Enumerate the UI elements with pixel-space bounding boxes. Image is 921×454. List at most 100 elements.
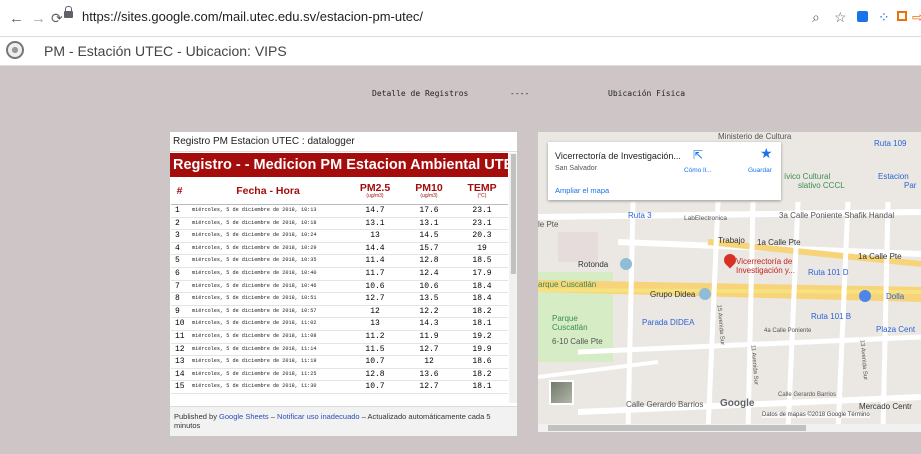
column-header-label: Fecha - Hora [236,185,300,197]
apps-icon[interactable]: ⁘ [878,9,890,26]
utec-logo-icon[interactable] [6,41,24,59]
directions-icon[interactable]: ⇱ [693,148,703,162]
table-cell: 12.8 [402,254,456,268]
table-cell: 8 [171,292,188,306]
table-cell: 12.7 [402,343,456,357]
map-label: Calle Gerardo Barrios [778,392,837,398]
table-cell: 10.6 [348,280,402,294]
table-row: 10 miércoles, 5 de diciembre de 2018, 11:… [171,317,508,331]
map-copyright: Datos de mapas ©2018 Google Término [762,412,870,418]
table-row: 15 miércoles, 5 de diciembre de 2018, 11:… [171,380,508,394]
map-label: Ruta 3 [628,211,652,220]
zoom-icon[interactable]: ⌕ [812,9,820,26]
table-cell: 12.4 [402,267,456,281]
table-cell: 11.4 [348,254,402,268]
map-label: Parada DIDEA [642,318,695,327]
table-cell: 11.9 [402,330,456,344]
table-row: 4 miércoles, 5 de diciembre de 2018, 10:2… [171,242,508,256]
map-label: Par [904,181,917,190]
map-label: le Pte [538,220,559,229]
table-cell: 13.6 [402,368,456,382]
table-cell: 12.7 [348,292,402,306]
map-label: Plaza Cent [876,325,916,334]
table-cell: 17.6 [402,204,456,218]
reload-icon[interactable]: ⟳ [51,10,63,27]
table-cell: 23.1 [456,204,508,218]
map-embed[interactable]: Vicerrectoría de Investigación... San Sa… [538,132,921,432]
table-cell: 10 [171,317,188,331]
extension2-icon[interactable] [897,11,907,21]
table-cell: 11.7 [348,267,402,281]
map-label: Mercado Centr [859,402,912,411]
report-abuse-link[interactable]: Notificar uso inadecuado [277,412,360,421]
map-label: Estacion [878,172,909,181]
table-cell: 18.1 [456,380,508,394]
table-cell: 12.7 [402,380,456,394]
site-title[interactable]: PM - Estación UTEC - Ubicacion: VIPS [44,43,287,59]
save-star-icon[interactable]: ★ [760,145,773,162]
table-cell: 10.6 [402,280,456,294]
place-title: Vicerrectoría de Investigación... [555,151,681,161]
table-row: 6 miércoles, 5 de diciembre de 2018, 10:4… [171,267,508,281]
table-cell: 14.5 [402,229,456,243]
table-cell: miércoles, 5 de diciembre de 2018, 11:19 [188,355,348,369]
map-label: slativo CCCL [798,181,845,190]
street-view-icon[interactable] [549,380,574,405]
google-logo: Google [720,398,755,409]
place-subtitle: San Salvador [555,165,598,172]
map-label: Parque [552,314,578,323]
table-cell: 12 [402,355,456,369]
table-cell: 9 [171,305,188,319]
table-cell: 18.4 [456,280,508,294]
details-separator: ---- [510,89,530,98]
map-label: 1a Calle Pte [757,238,801,247]
extension3-icon[interactable]: ⇨ [912,9,921,26]
back-icon[interactable]: ← [9,10,24,27]
google-sheets-link[interactable]: Google Sheets [219,412,269,421]
extension-icon[interactable] [857,11,868,22]
table-row: 9 miércoles, 5 de diciembre de 2018, 10:5… [171,305,508,319]
table-cell: 15.7 [402,242,456,256]
enlarge-map-link[interactable]: Ampliar el mapa [555,186,609,195]
map-label: Cuscatlán [552,323,588,332]
table-row: 2 miércoles, 5 de diciembre de 2018, 10:1… [171,217,508,231]
details-label: Detalle de Registros [372,89,469,98]
map-scrollbar[interactable] [538,424,921,432]
browser-toolbar: ← → ⟳ https://sites.google.com/mail.utec… [0,0,921,37]
table-cell: 23.1 [456,217,508,231]
sheet-scroll-thumb[interactable] [511,154,516,274]
table-cell: 18.6 [456,355,508,369]
forward-icon[interactable]: → [31,10,46,27]
table-row: 13 miércoles, 5 de diciembre de 2018, 11:… [171,355,508,369]
table-cell: 20.3 [456,229,508,243]
location-label: Ubicación Física [608,89,686,98]
table-cell: 13.5 [402,292,456,306]
map-scroll-thumb[interactable] [548,425,806,431]
map-label: 3a Calle Poniente Shafik Handal [779,211,895,220]
table-cell: miércoles, 5 de diciembre de 2018, 10:57 [188,305,348,319]
table-cell: 12.8 [348,368,402,382]
address-bar[interactable]: https://sites.google.com/mail.utec.edu.s… [82,9,423,24]
table-cell: 19.9 [456,343,508,357]
star-icon[interactable]: ☆ [834,9,847,26]
table-cell: 13.1 [402,217,456,231]
table-cell: 5 [171,254,188,268]
table-cell: 3 [171,229,188,243]
table-cell: 19.2 [456,330,508,344]
table-cell: miércoles, 5 de diciembre de 2018, 11:08 [188,330,348,344]
table-cell: 13 [348,317,402,331]
table-cell: 14 [171,368,188,382]
map-label: ívico Cultural [784,172,831,181]
save-label[interactable]: Guardar [748,167,772,174]
directions-label[interactable]: Cómo ll... [684,167,711,174]
column-header-label: # [176,185,183,197]
map-label: arque Cuscatlán [538,280,597,289]
map-label: Dolla [886,292,905,301]
table-row: 11 miércoles, 5 de diciembre de 2018, 11:… [171,330,508,344]
table-cell: 7 [171,280,188,294]
map-label: Ruta 101 B [811,312,852,321]
table-cell: miércoles, 5 de diciembre de 2018, 10:29 [188,242,348,256]
table-row: 12 miércoles, 5 de diciembre de 2018, 11:… [171,343,508,357]
column-header: PM10 (ug/m3) [402,178,456,205]
table-cell: 11 [171,330,188,344]
